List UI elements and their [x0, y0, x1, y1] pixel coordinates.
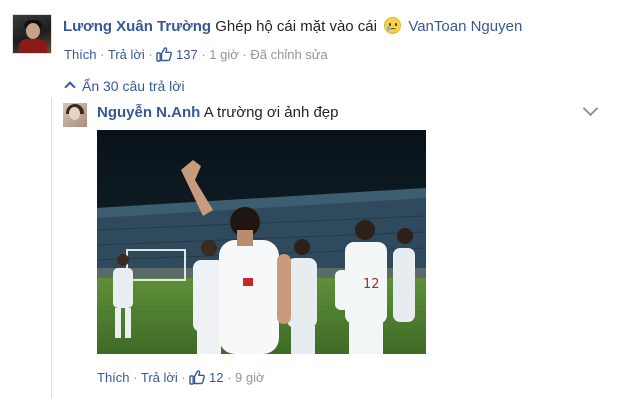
- edited-label[interactable]: Đã chỉnh sửa: [250, 47, 327, 62]
- chevron-down-icon[interactable]: [582, 100, 599, 117]
- reply-author-link[interactable]: Nguyễn N.Anh: [97, 104, 200, 121]
- reply-time[interactable]: 9 giờ: [235, 370, 265, 385]
- chevron-up-icon: [64, 81, 76, 93]
- like-count[interactable]: 137: [176, 47, 198, 62]
- football-team-photo: 12: [97, 130, 426, 354]
- reply-like-count[interactable]: 12: [209, 370, 223, 385]
- comment-body: Lương Xuân Trường Ghép hộ cái mặt vào cá…: [63, 17, 522, 35]
- hide-replies-link[interactable]: Ẩn 30 câu trả lời: [64, 78, 185, 94]
- mention-link[interactable]: VanToan Nguyen: [408, 18, 522, 35]
- svg-text:12: 12: [363, 277, 380, 292]
- reply-like-button[interactable]: Thích: [97, 370, 130, 385]
- like-button[interactable]: Thích: [64, 47, 97, 62]
- reply-photo[interactable]: 12: [97, 130, 426, 354]
- comment-text: Ghép hộ cái mặt vào cái: [215, 18, 377, 35]
- thumbs-up-icon[interactable]: [156, 46, 173, 62]
- hide-replies-label: Ẩn 30 câu trả lời: [82, 78, 185, 94]
- comment-actions: Thích · Trả lời · 137 · 1 giờ · Đã chỉnh…: [64, 46, 328, 62]
- reply-button[interactable]: Trả lời: [108, 47, 145, 62]
- reply-text: A trường ơi ảnh đẹp: [203, 104, 339, 121]
- reply-reply-button[interactable]: Trả lời: [141, 370, 178, 385]
- crying-face-icon: [384, 17, 402, 34]
- reply-actions: Thích · Trả lời · 12 · 9 giờ: [97, 369, 265, 385]
- reply-author-avatar[interactable]: [63, 103, 87, 127]
- reply-body: Nguyễn N.Anh A trường ơi ảnh đẹp: [97, 104, 338, 121]
- comment-author-link[interactable]: Lương Xuân Trường: [63, 18, 211, 35]
- comment-time[interactable]: 1 giờ: [209, 47, 239, 62]
- thumbs-up-icon[interactable]: [189, 369, 206, 385]
- commenter-avatar[interactable]: [12, 14, 52, 54]
- reply-thread-line: [51, 98, 52, 398]
